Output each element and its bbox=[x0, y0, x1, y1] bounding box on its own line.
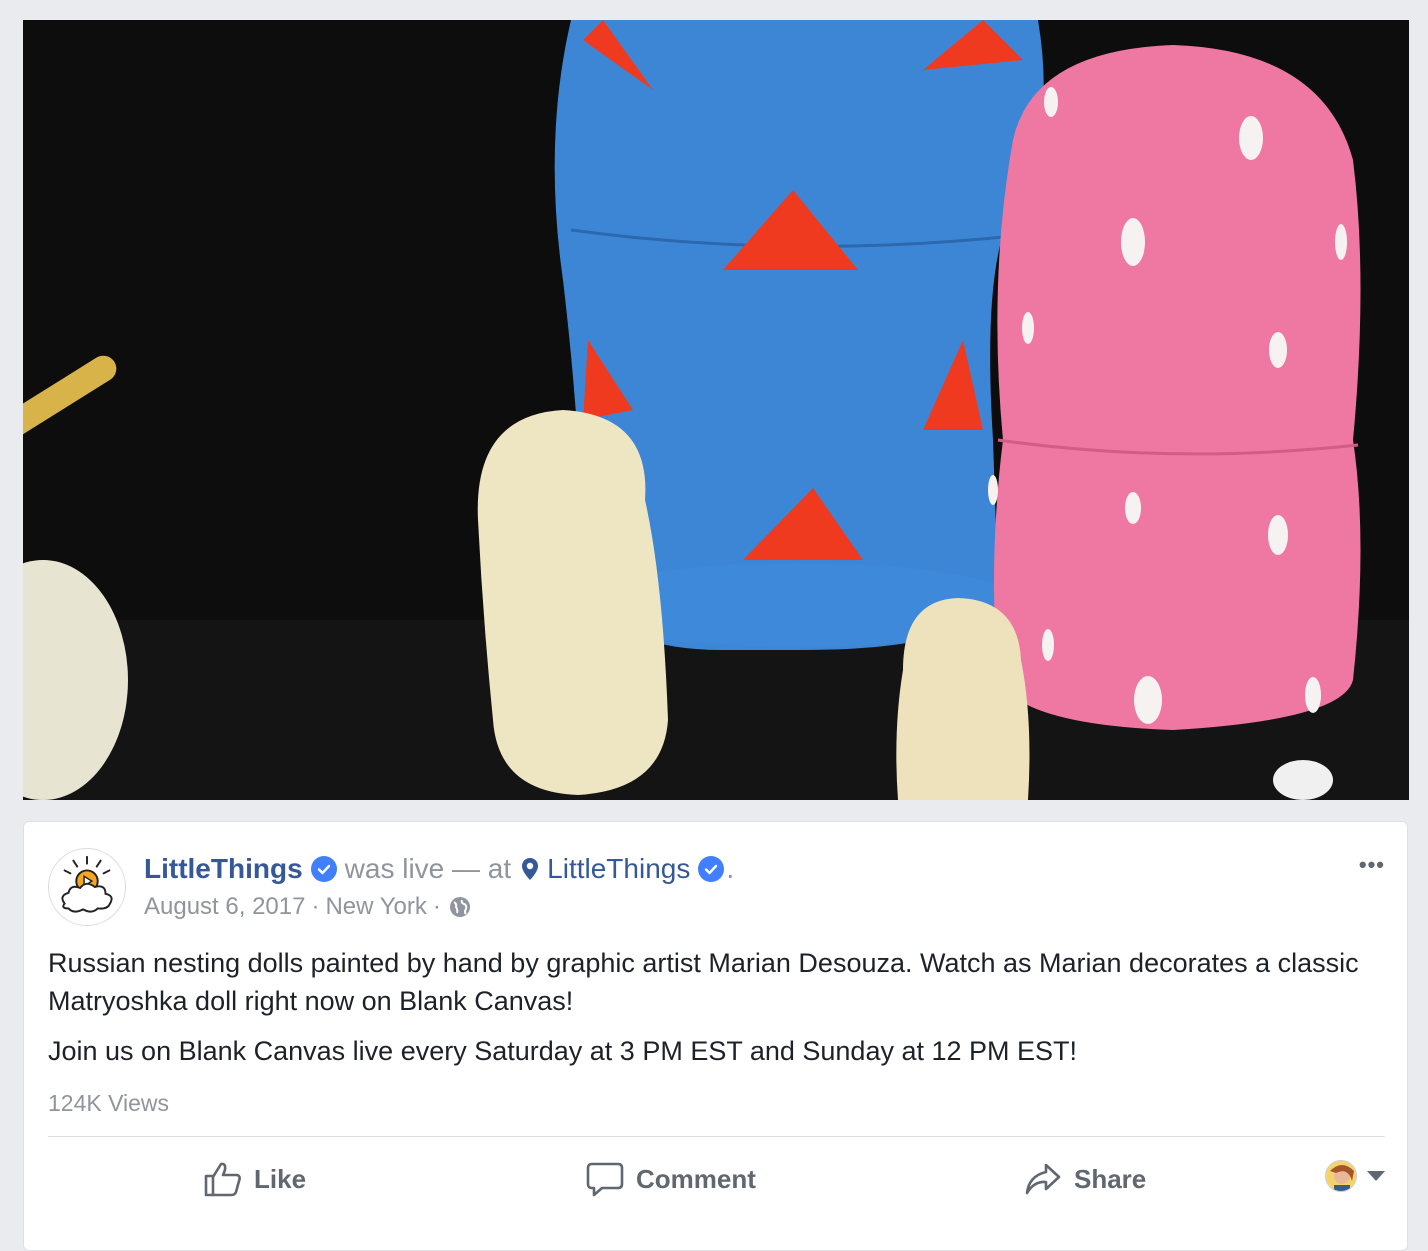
post-body: Russian nesting dolls painted by hand by… bbox=[48, 944, 1388, 1082]
globe-icon[interactable] bbox=[449, 896, 471, 918]
post-date-link[interactable]: August 6, 2017 bbox=[144, 892, 305, 922]
share-arrow-icon bbox=[1025, 1163, 1061, 1195]
chevron-down-icon bbox=[1367, 1171, 1385, 1181]
views-count[interactable]: 124K Views bbox=[48, 1090, 169, 1117]
more-options-button[interactable]: ••• bbox=[1359, 852, 1385, 878]
post-card: LittleThings was live — at LittleThings … bbox=[23, 821, 1408, 1251]
was-live-text: was live — at bbox=[344, 853, 512, 884]
video-frame-nesting-dolls bbox=[23, 20, 1409, 800]
post-header: LittleThings was live — at LittleThings … bbox=[144, 852, 734, 886]
share-label: Share bbox=[1074, 1163, 1147, 1194]
page-avatar[interactable] bbox=[48, 848, 126, 926]
header-period: . bbox=[726, 853, 735, 884]
meta-separator: · bbox=[432, 893, 441, 920]
meta-separator: · bbox=[311, 893, 320, 920]
post-actions: Like Comment Share bbox=[48, 1152, 1385, 1206]
user-avatar bbox=[1325, 1160, 1357, 1192]
comment-label: Comment bbox=[636, 1163, 756, 1194]
post-paragraph: Russian nesting dolls painted by hand by… bbox=[48, 948, 1359, 1016]
like-label: Like bbox=[254, 1163, 307, 1194]
divider bbox=[48, 1136, 1385, 1137]
thumbs-up-icon bbox=[204, 1162, 241, 1197]
post-meta: August 6, 2017 · New York · bbox=[144, 892, 471, 922]
like-button[interactable]: Like bbox=[204, 1152, 306, 1206]
verified-badge-icon bbox=[698, 856, 725, 882]
location-link[interactable]: LittleThings bbox=[547, 852, 690, 886]
location-pin-icon bbox=[521, 857, 539, 881]
littlethings-logo-icon bbox=[61, 855, 113, 913]
post-paragraph: Join us on Blank Canvas live every Satur… bbox=[48, 1036, 1078, 1066]
post-place-link[interactable]: New York bbox=[325, 892, 426, 922]
reaction-as-selector[interactable] bbox=[1325, 1160, 1385, 1192]
video-player[interactable] bbox=[23, 20, 1409, 800]
comment-button[interactable]: Comment bbox=[586, 1152, 756, 1206]
comment-bubble-icon bbox=[586, 1162, 624, 1197]
page-name-link[interactable]: LittleThings bbox=[144, 852, 303, 886]
share-button[interactable]: Share bbox=[1024, 1152, 1146, 1206]
verified-badge-icon bbox=[310, 856, 337, 882]
